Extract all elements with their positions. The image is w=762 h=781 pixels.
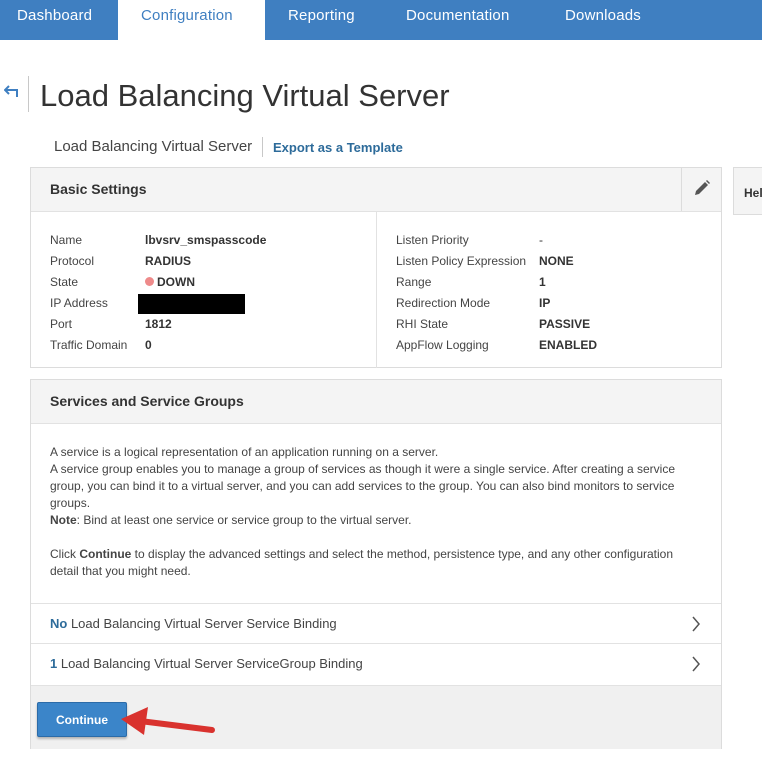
title-divider: [28, 76, 29, 112]
servicegroup-binding-text: Load Balancing Virtual Server ServiceGro…: [57, 656, 363, 671]
status-dot-icon: [145, 277, 154, 286]
traffic-domain-value: 0: [145, 338, 152, 352]
annotation-arrow-icon: [121, 707, 215, 735]
note-text: : Bind at least one service or service g…: [76, 513, 412, 527]
tab-configuration[interactable]: Configuration: [118, 0, 265, 41]
range-label: Range: [396, 275, 432, 289]
desc-service-group: A service group enables you to manage a …: [50, 462, 676, 510]
listen-policy-value: NONE: [539, 254, 574, 268]
chevron-right-icon: [692, 616, 700, 632]
top-nav: Dashboard Configuration Reporting Docume…: [0, 0, 762, 41]
note-label: Note: [50, 513, 77, 527]
desc-click-continue: Click Continue to display the advanced s…: [50, 546, 700, 580]
click-pre-text: Click: [50, 547, 80, 561]
basic-settings-title: Basic Settings: [50, 181, 147, 197]
page-title: Load Balancing Virtual Server: [40, 78, 450, 113]
ip-address-redacted: [138, 294, 245, 314]
rhi-state-label: RHI State: [396, 317, 449, 331]
appflow-logging-label: AppFlow Logging: [396, 338, 489, 352]
services-header: Services and Service Groups: [31, 380, 721, 424]
port-value: 1812: [145, 317, 172, 331]
protocol-value: RADIUS: [145, 254, 192, 268]
state-value: DOWN: [145, 275, 195, 289]
name-label: Name: [50, 233, 83, 247]
column-divider: [376, 212, 377, 368]
port-label: Port: [50, 317, 73, 331]
export-template-link[interactable]: Export as a Template: [273, 140, 403, 155]
listen-priority-value: -: [539, 233, 543, 247]
listen-policy-label: Listen Policy Expression: [396, 254, 527, 268]
service-binding-count: No: [50, 616, 68, 631]
help-tab[interactable]: Hel: [733, 167, 762, 215]
servicegroup-binding-label: 1 Load Balancing Virtual Server ServiceG…: [50, 656, 363, 671]
listen-priority-label: Listen Priority: [396, 233, 469, 247]
service-binding-row[interactable]: No Load Balancing Virtual Server Service…: [31, 603, 721, 643]
tab-reporting[interactable]: Reporting: [288, 0, 388, 40]
state-text: DOWN: [157, 275, 195, 289]
edit-button[interactable]: [681, 168, 721, 211]
range-value: 1: [539, 275, 546, 289]
redirection-mode-value: IP: [539, 296, 551, 310]
desc-service: A service is a logical representation of…: [50, 445, 439, 459]
redirection-mode-label: Redirection Mode: [396, 296, 491, 310]
click-continue-bold: Continue: [79, 547, 132, 561]
appflow-logging-value: ENABLED: [539, 338, 598, 352]
click-post-text: to display the advanced settings and sel…: [50, 547, 674, 578]
service-binding-label: No Load Balancing Virtual Server Service…: [50, 616, 337, 631]
rhi-state-value: PASSIVE: [539, 317, 591, 331]
desc-note: Note: Bind at least one service or servi…: [50, 512, 700, 529]
chevron-right-icon: [692, 656, 700, 672]
tab-documentation[interactable]: Documentation: [406, 0, 546, 40]
state-label: State: [50, 275, 79, 289]
service-binding-text: Load Balancing Virtual Server Service Bi…: [67, 616, 337, 631]
basic-settings-header: Basic Settings: [31, 168, 721, 212]
services-title: Services and Service Groups: [50, 393, 244, 409]
name-value: lbvsrv_smspasscode: [145, 233, 267, 247]
servicegroup-binding-row[interactable]: 1 Load Balancing Virtual Server ServiceG…: [31, 643, 721, 683]
breadcrumb: Load Balancing Virtual Server: [54, 138, 253, 155]
pencil-icon: [695, 180, 710, 195]
breadcrumb-divider: [262, 137, 263, 157]
tab-downloads[interactable]: Downloads: [565, 0, 665, 40]
traffic-domain-label: Traffic Domain: [50, 338, 128, 352]
ip-address-label: IP Address: [50, 296, 108, 310]
basic-settings-panel: Basic Settings Name lbvsrv_smspasscode P…: [30, 167, 722, 368]
continue-button[interactable]: Continue: [37, 702, 127, 737]
services-description: A service is a logical representation of…: [50, 444, 700, 580]
tab-dashboard[interactable]: Dashboard: [0, 0, 118, 40]
help-label: Hel: [744, 186, 762, 200]
back-arrow-icon[interactable]: [4, 84, 20, 98]
protocol-label: Protocol: [50, 254, 95, 268]
services-panel: Services and Service Groups A service is…: [30, 379, 722, 749]
